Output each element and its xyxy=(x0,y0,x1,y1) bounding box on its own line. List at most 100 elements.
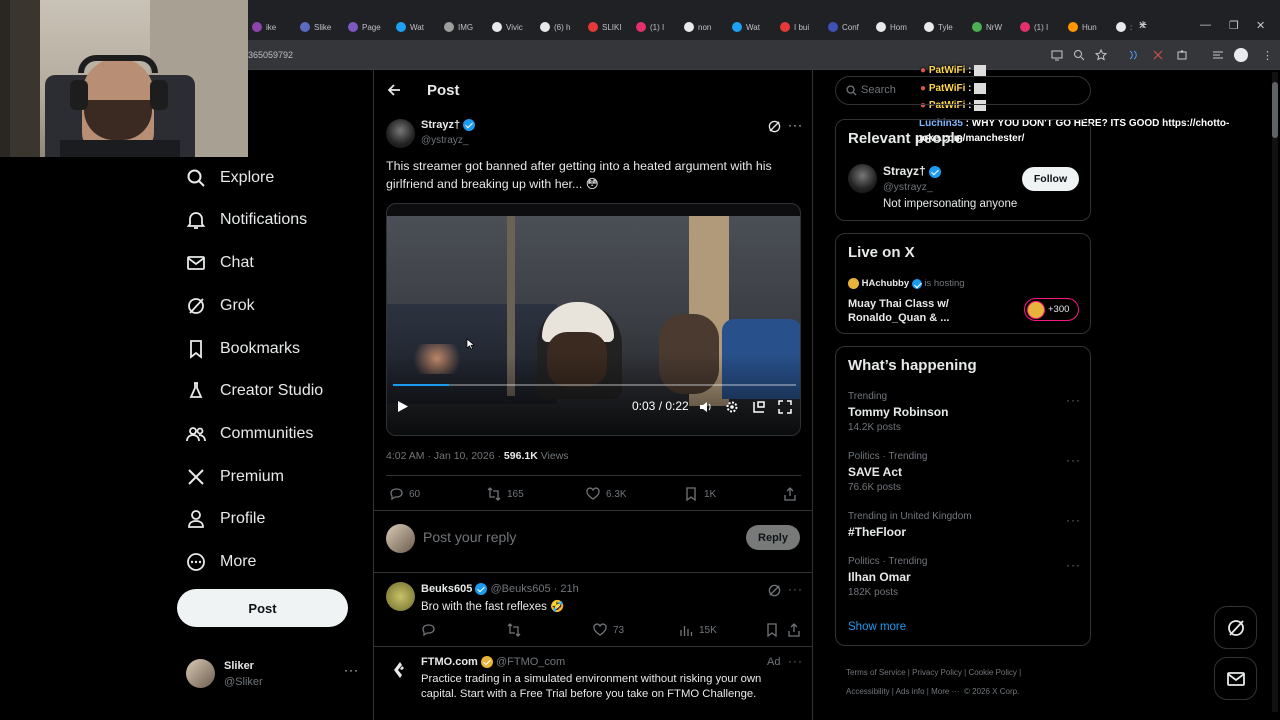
back-arrow-icon[interactable] xyxy=(387,83,401,97)
nav-creator-studio[interactable]: Creator Studio xyxy=(186,377,323,405)
browser-tab[interactable]: Conf xyxy=(828,19,870,35)
nav-explore[interactable]: Explore xyxy=(186,164,274,192)
volume-icon[interactable] xyxy=(699,400,713,414)
browser-tab[interactable]: I bui xyxy=(780,19,822,35)
grok-explain-icon[interactable] xyxy=(768,120,781,133)
browser-tab[interactable]: Wat xyxy=(732,19,774,35)
ad-author[interactable]: FTMO.com @FTMO_com xyxy=(421,656,565,669)
avatar[interactable] xyxy=(848,164,877,193)
reply-views-action[interactable]: 15K xyxy=(679,623,717,637)
live-space-title[interactable]: Muay Thai Class w/ Ronaldo_Quan & ... xyxy=(848,297,968,325)
trend-more-icon[interactable]: ··· xyxy=(1066,453,1081,467)
reply-author[interactable]: Beuks605 @Beuks605 · 21h xyxy=(421,583,579,596)
play-icon[interactable] xyxy=(397,400,409,413)
relevant-person-name[interactable]: Strayz† xyxy=(883,164,942,178)
post-more-icon[interactable]: ··· xyxy=(788,118,803,132)
reply-button[interactable]: Reply xyxy=(746,525,800,550)
author-name[interactable]: Strayz† xyxy=(421,119,476,132)
bookmark-star-icon[interactable] xyxy=(1095,49,1107,61)
reply-repost-action[interactable] xyxy=(507,623,521,637)
author-handle[interactable]: @ystrayz_ xyxy=(421,135,468,146)
grok-explain-icon[interactable] xyxy=(768,584,781,597)
search-input[interactable]: Search xyxy=(861,84,896,96)
footer-link[interactable]: Terms of Service xyxy=(846,668,906,677)
browser-tab[interactable]: Tyle xyxy=(924,19,966,35)
browser-tab[interactable]: Page xyxy=(348,19,390,35)
post-timestamp[interactable]: 4:02 AM · Jan 10, 2026 · xyxy=(386,450,501,462)
nav-notifications[interactable]: Notifications xyxy=(186,206,307,234)
nav-profile[interactable]: Profile xyxy=(186,505,265,533)
trend-item[interactable]: Trending in United Kingdom #TheFloor xyxy=(848,511,1078,539)
extensions-puzzle-icon[interactable] xyxy=(1176,49,1188,61)
reply-avatar[interactable] xyxy=(386,582,415,611)
footer-link[interactable]: Cookie Policy xyxy=(968,668,1016,677)
trend-item[interactable]: Trending Tommy Robinson 14.2K posts xyxy=(848,391,1078,433)
reply-action[interactable]: 60 xyxy=(389,487,420,501)
browser-menu-icon[interactable]: ⋮ xyxy=(1262,49,1274,62)
footer-link[interactable]: Ads info xyxy=(896,687,925,696)
extension-1-icon[interactable] xyxy=(1128,49,1140,61)
ad-more-icon[interactable]: ··· xyxy=(788,654,803,668)
fullscreen-icon[interactable] xyxy=(778,400,792,414)
browser-tab[interactable]: Vivic xyxy=(492,19,534,35)
live-listeners-badge[interactable]: +300 xyxy=(1024,298,1079,321)
reply-like-action[interactable]: 73 xyxy=(593,623,624,637)
install-app-icon[interactable] xyxy=(1051,49,1063,61)
share-action[interactable] xyxy=(783,487,797,501)
account-more-icon[interactable]: ··· xyxy=(344,663,359,677)
nav-chat[interactable]: Chat xyxy=(186,249,254,277)
ftmo-logo-icon[interactable] xyxy=(390,660,410,680)
repost-action[interactable]: 165 xyxy=(487,487,524,501)
footer-link[interactable]: Privacy Policy xyxy=(912,668,962,677)
reply-more-icon[interactable]: ··· xyxy=(788,582,803,596)
nav-more[interactable]: More xyxy=(186,548,256,576)
author-avatar[interactable] xyxy=(386,119,415,148)
page-scrollbar[interactable] xyxy=(1272,72,1278,712)
browser-tab[interactable]: (6) h xyxy=(540,19,582,35)
trend-more-icon[interactable]: ··· xyxy=(1066,393,1081,407)
picture-in-picture-icon[interactable] xyxy=(752,400,766,414)
profile-avatar-icon[interactable] xyxy=(1234,48,1248,62)
browser-tab[interactable]: Hun xyxy=(1068,19,1110,35)
follow-button[interactable]: Follow xyxy=(1022,167,1079,191)
messages-floating-button[interactable] xyxy=(1214,657,1257,700)
browser-tab[interactable]: SLIKI xyxy=(588,19,630,35)
trend-more-icon[interactable]: ··· xyxy=(1066,513,1081,527)
browser-tab[interactable]: (1) I xyxy=(1020,19,1062,35)
trend-item[interactable]: Politics · Trending SAVE Act 76.6K posts xyxy=(848,451,1078,493)
browser-tab[interactable]: NrW xyxy=(972,19,1014,35)
nav-premium[interactable]: Premium xyxy=(186,463,284,491)
browser-tab[interactable]: (1) I xyxy=(636,19,678,35)
like-action[interactable]: 6.3K xyxy=(586,487,627,501)
url-text[interactable]: 365059792 xyxy=(248,50,293,60)
bookmark-action[interactable]: 1K xyxy=(684,487,716,501)
reply-input[interactable]: Post your reply xyxy=(423,529,516,545)
trend-item[interactable]: Politics · Trending Ilhan Omar 182K post… xyxy=(848,556,1078,598)
zoom-icon[interactable] xyxy=(1073,49,1085,61)
post-button[interactable]: Post xyxy=(177,589,348,627)
settings-gear-icon[interactable] xyxy=(725,400,739,414)
browser-tab[interactable]: : xyxy=(1116,19,1158,35)
side-panel-icon[interactable] xyxy=(1212,49,1224,61)
browser-tab[interactable]: Slike xyxy=(300,19,342,35)
grok-floating-button[interactable] xyxy=(1214,606,1257,649)
footer-link[interactable]: Accessibility xyxy=(846,687,890,696)
search-box[interactable]: Search xyxy=(835,76,1091,105)
nav-communities[interactable]: Communities xyxy=(186,420,313,448)
minimize-button[interactable]: — xyxy=(1200,19,1211,31)
reply-share-action[interactable] xyxy=(787,623,801,637)
maximize-button[interactable]: ❐ xyxy=(1229,19,1239,32)
video-progress-track[interactable] xyxy=(393,384,796,386)
relevant-person-handle[interactable]: @ystrayz_ xyxy=(883,181,933,193)
account-switcher[interactable]: Sliker @Sliker ··· xyxy=(186,657,360,691)
trend-more-icon[interactable]: ··· xyxy=(1066,558,1081,572)
browser-tab[interactable]: non xyxy=(684,19,726,35)
reply-reply-action[interactable] xyxy=(421,623,435,637)
video-player[interactable]: 0:03 / 0:22 xyxy=(386,203,801,436)
browser-tab[interactable]: ike xyxy=(252,19,294,35)
show-more-link[interactable]: Show more xyxy=(848,621,906,633)
footer-link[interactable]: More ··· xyxy=(931,687,959,696)
nav-grok[interactable]: Grok xyxy=(186,292,255,320)
browser-tab[interactable]: Hom xyxy=(876,19,918,35)
live-host[interactable]: HAchubby is hosting xyxy=(848,278,965,289)
